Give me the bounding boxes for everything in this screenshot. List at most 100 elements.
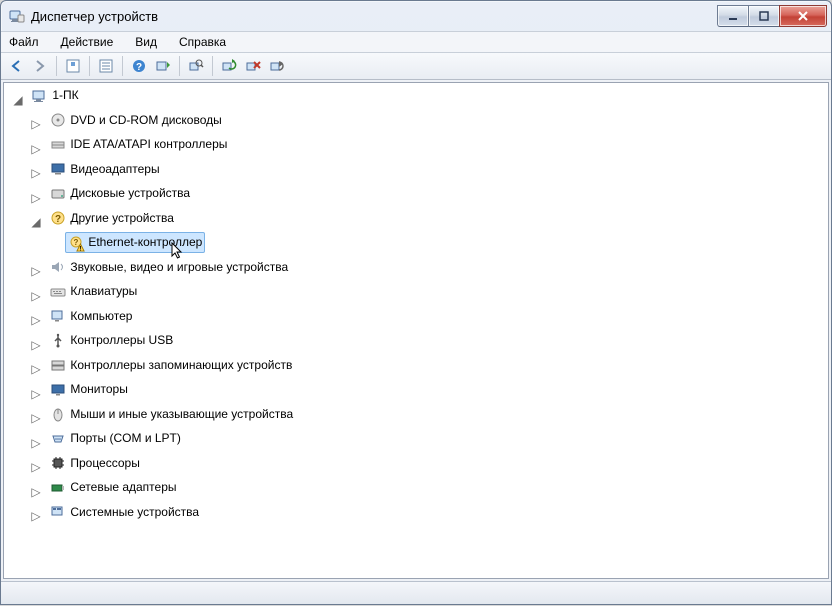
- tree-item-storage[interactable]: ▷ Контроллеры запоминающих устройств: [30, 355, 828, 380]
- title-bar[interactable]: Диспетчер устройств: [1, 1, 831, 31]
- tree-item-computer[interactable]: ▷ Компьютер: [30, 306, 828, 331]
- update-driver-button[interactable]: [218, 55, 240, 77]
- content-area: ◢ 1-ПК ▷: [1, 80, 831, 581]
- tree-root-label: 1-ПК: [52, 86, 78, 105]
- tree-item-label: Компьютер: [70, 307, 132, 326]
- cpu-icon: [50, 455, 66, 471]
- tree-item-label: Другие устройства: [70, 209, 174, 228]
- expand-icon[interactable]: ▷: [30, 115, 42, 134]
- tree-item-label: DVD и CD-ROM дисководы: [70, 111, 221, 130]
- expand-icon[interactable]: ▷: [30, 507, 42, 526]
- expand-icon[interactable]: ▷: [30, 385, 42, 404]
- computer-icon: [32, 88, 48, 104]
- display-adapter-icon: [50, 161, 66, 177]
- find-button[interactable]: [185, 55, 207, 77]
- network-adapter-icon: [50, 480, 66, 496]
- tree-item-label: Ethernet-контроллер: [88, 233, 202, 252]
- disable-button[interactable]: [266, 55, 288, 77]
- svg-text:!: !: [80, 245, 82, 251]
- toolbar: ?: [1, 53, 831, 80]
- show-hidden-button[interactable]: [62, 55, 84, 77]
- expand-icon[interactable]: ▷: [30, 360, 42, 379]
- tree-item-system[interactable]: ▷ Системные устройства: [30, 502, 828, 527]
- app-icon: [9, 8, 25, 24]
- window-title: Диспетчер устройств: [31, 9, 158, 24]
- expand-icon[interactable]: ▷: [30, 434, 42, 453]
- system-device-icon: [50, 504, 66, 520]
- menu-action[interactable]: Действие: [57, 33, 118, 51]
- tree-item-disk[interactable]: ▷ Дисковые устройства: [30, 183, 828, 208]
- unknown-device-icon: ? !: [68, 235, 84, 251]
- tree-item-other[interactable]: ◢ ? Другие устройства: [30, 208, 828, 257]
- status-bar: [1, 581, 831, 604]
- monitor-icon: [50, 382, 66, 398]
- tree-item-label: Мониторы: [70, 380, 127, 399]
- tree-item-label: Процессоры: [70, 454, 140, 473]
- tree-item-label: Дисковые устройства: [70, 184, 190, 203]
- tree-item-label: Контроллеры USB: [70, 331, 173, 350]
- tree-item-display[interactable]: ▷ Видеоадаптеры: [30, 159, 828, 184]
- menu-file[interactable]: Файл: [5, 33, 43, 51]
- tree-item-network[interactable]: ▷ Сетевые адаптеры: [30, 477, 828, 502]
- expand-icon[interactable]: ▷: [30, 409, 42, 428]
- device-manager-window: Диспетчер устройств Файл Действие Вид Сп…: [0, 0, 832, 605]
- tree-item-processors[interactable]: ▷ Процессоры: [30, 453, 828, 478]
- storage-controller-icon: [50, 357, 66, 373]
- tree-item-sound[interactable]: ▷ Звуковые, видео и игровые устройства: [30, 257, 828, 282]
- expand-icon[interactable]: ▷: [30, 189, 42, 208]
- tree-item-label: Порты (COM и LPT): [70, 429, 181, 448]
- expand-icon[interactable]: ▷: [30, 483, 42, 502]
- uninstall-button[interactable]: [242, 55, 264, 77]
- tree-item-label: Мыши и иные указывающие устройства: [70, 405, 293, 424]
- tree-item-ethernet[interactable]: ▷ ?: [48, 232, 828, 257]
- tree-item-ports[interactable]: ▷ Порты (COM и LPT): [30, 428, 828, 453]
- keyboard-icon: [50, 284, 66, 300]
- tree-item-label: Звуковые, видео и игровые устройства: [70, 258, 288, 277]
- collapse-icon[interactable]: ◢: [30, 213, 42, 232]
- back-button[interactable]: [5, 55, 27, 77]
- tree-item-usb[interactable]: ▷ Контроллеры USB: [30, 330, 828, 355]
- tree-item-monitors[interactable]: ▷ Мониторы: [30, 379, 828, 404]
- expand-icon[interactable]: ▷: [30, 140, 42, 159]
- ports-icon: [50, 431, 66, 447]
- expand-icon[interactable]: ▷: [30, 287, 42, 306]
- tree-item-label: Сетевые адаптеры: [70, 478, 176, 497]
- close-button[interactable]: [779, 5, 827, 27]
- tree-item-label: Клавиатуры: [70, 282, 137, 301]
- ide-controller-icon: [50, 137, 66, 153]
- maximize-button[interactable]: [748, 5, 780, 27]
- tree-item-label: IDE ATA/ATAPI контроллеры: [70, 135, 227, 154]
- tree-item-label: Системные устройства: [70, 503, 199, 522]
- menu-bar: Файл Действие Вид Справка: [1, 31, 831, 53]
- help-button[interactable]: ?: [128, 55, 150, 77]
- computer-icon: [50, 308, 66, 324]
- usb-icon: [50, 333, 66, 349]
- forward-button[interactable]: [29, 55, 51, 77]
- expand-icon[interactable]: ▷: [30, 164, 42, 183]
- tree-item-label: Видеоадаптеры: [70, 160, 159, 179]
- tree-item-mice[interactable]: ▷ Мыши и иные указывающие устройства: [30, 404, 828, 429]
- scan-button[interactable]: [152, 55, 174, 77]
- expand-icon[interactable]: ▷: [30, 311, 42, 330]
- menu-view[interactable]: Вид: [131, 33, 161, 51]
- tree-item-label: Контроллеры запоминающих устройств: [70, 356, 292, 375]
- expand-icon[interactable]: ▷: [30, 458, 42, 477]
- minimize-button[interactable]: [717, 5, 749, 27]
- svg-text:?: ?: [55, 214, 61, 225]
- tree-item-keyboards[interactable]: ▷ Клавиатуры: [30, 281, 828, 306]
- svg-text:?: ?: [136, 62, 142, 73]
- sound-icon: [50, 259, 66, 275]
- tree-item-dvd[interactable]: ▷ DVD и CD-ROM дисководы: [30, 110, 828, 135]
- device-tree[interactable]: ◢ 1-ПК ▷: [3, 82, 829, 579]
- properties-button[interactable]: [95, 55, 117, 77]
- tree-item-ide[interactable]: ▷ IDE ATA/ATAPI контроллеры: [30, 134, 828, 159]
- tree-root[interactable]: ◢ 1-ПК ▷: [12, 85, 828, 526]
- disk-drive-icon: [50, 186, 66, 202]
- menu-help[interactable]: Справка: [175, 33, 230, 51]
- collapse-icon[interactable]: ◢: [12, 91, 24, 110]
- optical-drive-icon: [50, 112, 66, 128]
- expand-icon[interactable]: ▷: [30, 262, 42, 281]
- expand-icon[interactable]: ▷: [30, 336, 42, 355]
- mouse-icon: [50, 406, 66, 422]
- other-devices-icon: ?: [50, 210, 66, 226]
